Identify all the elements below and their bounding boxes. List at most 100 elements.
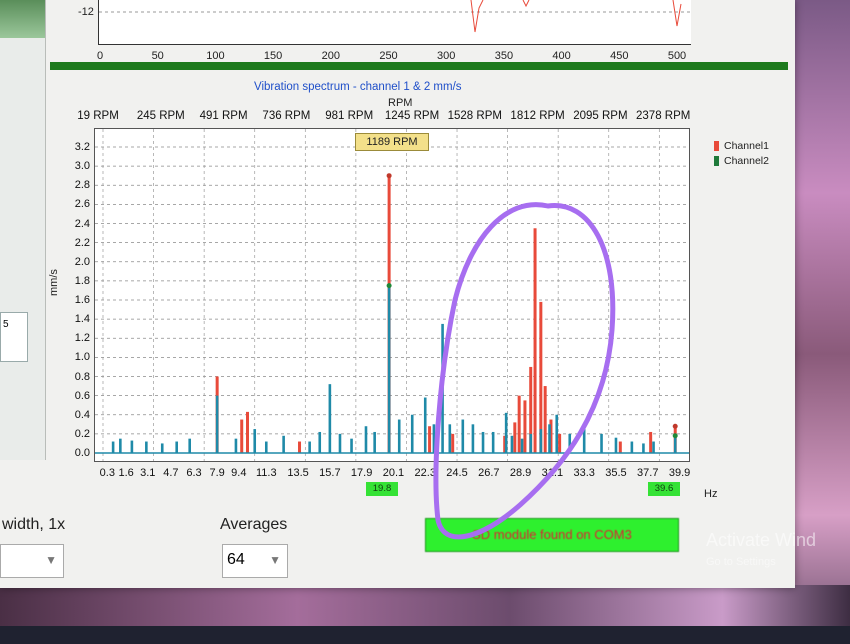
activation-watermark-sub: Go to Settings xyxy=(706,556,776,568)
bar-channel2 xyxy=(234,438,238,453)
bar-channel1 xyxy=(298,441,302,453)
x-tick: 0.3 xyxy=(99,467,115,479)
top-x-tick: 50 xyxy=(151,50,164,62)
bar-channel2 xyxy=(318,431,322,453)
y-tick: 1.0 xyxy=(74,351,90,364)
x-tick: 39.9 xyxy=(668,467,691,479)
rpm-tick: 2378 RPM xyxy=(636,110,691,122)
bar-channel2 xyxy=(529,433,533,453)
legend-swatch xyxy=(714,140,719,151)
bar-channel2 xyxy=(614,437,618,453)
end-hz-marker[interactable]: 39.6 xyxy=(648,482,680,496)
section-divider xyxy=(50,62,788,70)
bar-channel2 xyxy=(510,435,514,453)
x-tick: 9.4 xyxy=(231,467,247,479)
bar-channel1 xyxy=(428,426,432,453)
bar-channel1 xyxy=(246,411,249,453)
x-tick: 7.9 xyxy=(209,467,225,479)
bar-channel2 xyxy=(555,414,559,453)
y-tick: 0.6 xyxy=(74,389,90,402)
spectrum-plot[interactable] xyxy=(94,128,690,462)
x-tick: 28.9 xyxy=(509,467,532,479)
legend-label: Channel2 xyxy=(724,154,769,167)
taskbar xyxy=(0,626,850,644)
bar-channel2 xyxy=(338,433,342,453)
bar-channel2 xyxy=(673,435,677,453)
x-tick: 13.5 xyxy=(287,467,309,479)
bar-channel1 xyxy=(618,441,622,453)
status-indicator: SD module found on COM3 xyxy=(425,518,679,552)
top-x-tick: 400 xyxy=(552,50,571,62)
x-tick: 1.6 xyxy=(118,467,134,479)
bar-channel2 xyxy=(215,395,219,453)
bar-channel2 xyxy=(130,440,134,453)
rpm-tick: 736 RPM xyxy=(262,110,311,122)
x-tick: 33.3 xyxy=(573,467,595,479)
bar-channel2 xyxy=(282,435,285,453)
bar-channel2 xyxy=(410,414,414,453)
x-tick: 15.7 xyxy=(319,467,341,479)
bar-channel2 xyxy=(432,424,436,453)
legend: Channel1 Channel2 xyxy=(712,138,784,172)
x-tick: 37.7 xyxy=(637,467,659,479)
bar-channel2 xyxy=(630,441,634,453)
rpm-tick: 1245 RPM xyxy=(384,110,440,122)
bar-channel2 xyxy=(387,285,391,453)
top-trace-2 xyxy=(522,0,530,8)
top-trace-3 xyxy=(672,0,682,27)
top-x-tick: 250 xyxy=(379,50,398,62)
top-x-tick: 500 xyxy=(667,50,687,62)
bar-channel2 xyxy=(423,397,427,453)
top-trace xyxy=(470,0,484,33)
bar-channel1 xyxy=(517,395,521,453)
cursor-peak-marker xyxy=(672,423,678,429)
bar-channel2 xyxy=(471,424,475,453)
averages-select[interactable]: 64 ▼ xyxy=(222,544,288,578)
bar-channel1 xyxy=(649,431,653,453)
bandwidth-label: width, 1x xyxy=(2,516,66,533)
x-tick: 11.3 xyxy=(255,467,277,479)
bar-channel2 xyxy=(328,384,332,453)
top-plot-y-tick: -12 xyxy=(78,6,94,18)
rpm-axis-label: RPM xyxy=(388,97,413,109)
chevron-down-icon: ▼ xyxy=(45,553,57,567)
bar-channel2 xyxy=(481,431,485,453)
y-tick: 0.4 xyxy=(74,408,90,421)
y-tick: 2.8 xyxy=(74,179,90,192)
bar-channel2 xyxy=(548,424,551,453)
app-window: 5 -12 0 50 100 150 200 250 300 350 400 450 500 Vib… xyxy=(0,0,795,588)
bar-channel1 xyxy=(543,386,547,453)
bar-channel2 xyxy=(520,438,524,453)
x-tick: 24.5 xyxy=(446,467,468,479)
cursor-peak-marker xyxy=(672,433,678,439)
left-panel-header xyxy=(0,0,45,38)
y-tick: 1.8 xyxy=(74,274,90,287)
bandwidth-select[interactable]: ▼ xyxy=(0,544,64,578)
bar-channel2 xyxy=(145,441,148,453)
rpm-tick: 1812 RPM xyxy=(510,110,565,122)
top-x-tick: 350 xyxy=(494,50,514,62)
rpm-tick: 1528 RPM xyxy=(447,110,502,122)
bar-channel2 xyxy=(504,412,508,453)
bar-channel1 xyxy=(558,433,562,453)
y-tick: 0.2 xyxy=(74,427,90,440)
bar-channel1 xyxy=(240,419,244,453)
y-axis-label: mm/s xyxy=(48,269,60,296)
cursor-peak-marker xyxy=(386,173,392,179)
rpm-tick: 2095 RPM xyxy=(573,110,628,122)
bar-channel1 xyxy=(513,422,517,453)
cursor-hz-marker[interactable]: 19.8 xyxy=(366,482,398,496)
bar-channel2 xyxy=(448,424,452,453)
bar-channel2 xyxy=(461,419,465,453)
top-x-tick: 300 xyxy=(437,50,456,62)
rpm-tick: 245 RPM xyxy=(136,110,185,122)
x-tick: 4.7 xyxy=(163,467,179,479)
bar-channel2 xyxy=(160,443,164,453)
activation-watermark: Activate Wind xyxy=(706,530,817,550)
top-x-tick: 200 xyxy=(321,50,340,62)
bar-channel1 xyxy=(451,433,455,453)
cursor-rpm-readout: 1189 RPM xyxy=(355,133,429,151)
bar-channel2 xyxy=(600,433,603,453)
bar-channel2 xyxy=(491,431,495,453)
cursor-peak-marker xyxy=(386,283,392,289)
